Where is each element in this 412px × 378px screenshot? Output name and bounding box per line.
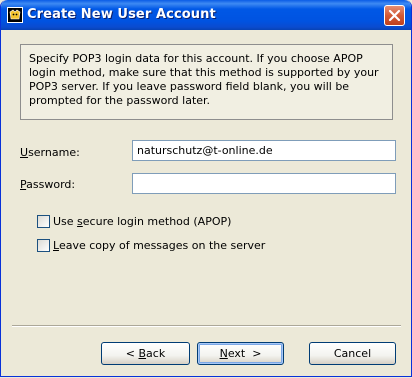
leave-copy-checkbox[interactable] — [37, 238, 50, 252]
password-label: Password: — [20, 178, 75, 191]
leave-copy-option[interactable]: Leave copy of messages on the server — [37, 238, 265, 252]
leave-copy-label[interactable]: Leave copy of messages on the server — [53, 239, 265, 252]
apop-label[interactable]: Use secure login method (APOP) — [53, 215, 231, 228]
cancel-button[interactable]: Cancel — [309, 342, 396, 365]
apop-label-post: ecure login method (APOP) — [82, 214, 232, 228]
back-button[interactable]: < Back — [101, 342, 190, 365]
button-separator — [12, 325, 401, 327]
username-input[interactable] — [132, 140, 396, 161]
back-mnemonic: B — [138, 347, 147, 360]
password-input[interactable] — [132, 173, 396, 194]
create-user-dialog: Create New User Account Specify POP3 log… — [0, 0, 412, 377]
leave-copy-label-post: eave copy of messages on the server — [58, 238, 266, 252]
close-button[interactable] — [384, 5, 405, 26]
back-label-post: ack — [146, 347, 166, 360]
info-text: Specify POP3 login data for this account… — [29, 52, 379, 107]
back-label-pre: < — [125, 347, 139, 360]
apop-checkbox[interactable] — [37, 214, 50, 228]
apop-option[interactable]: Use secure login method (APOP) — [37, 214, 231, 228]
app-icon — [7, 7, 23, 23]
username-label-text: sername: — [28, 146, 80, 159]
username-label: Username: — [20, 146, 80, 159]
info-panel: Specify POP3 login data for this account… — [20, 44, 393, 120]
close-icon — [388, 9, 401, 22]
next-button[interactable]: Next > — [197, 342, 284, 365]
username-mnemonic: U — [20, 146, 29, 159]
password-label-text: assword: — [26, 178, 76, 191]
title-bar[interactable]: Create New User Account — [1, 0, 411, 30]
next-label-post: ext > — [227, 347, 262, 360]
window-title: Create New User Account — [27, 7, 216, 22]
next-mnemonic: N — [219, 347, 228, 360]
apop-label-pre: Use — [53, 214, 78, 228]
